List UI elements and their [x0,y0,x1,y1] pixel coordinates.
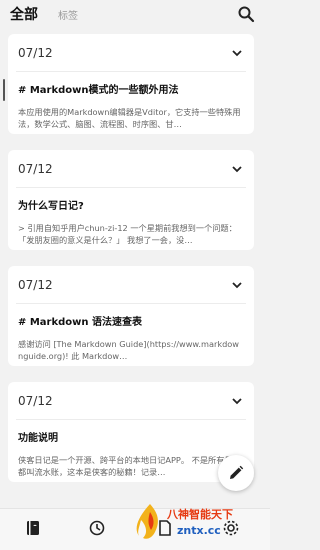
top-bar: 全部 标签 [0,0,270,28]
note-card-body: # Markdown 语法速查表 感谢访问 [The Markdown Guid… [8,304,254,362]
note-card[interactable]: 07/12 为什么写日记? > 引用自知乎用户chun-zi-12 一个星期前我… [8,150,254,250]
note-excerpt: 侠客日记是一个开源、跨平台的本地日记APP。 不是所有日记都叫流水账，这本是侠客… [18,455,241,477]
note-title: # Markdown模式的一些额外用法 [18,85,179,96]
watermark: 八神智能天下 zntx.cc [133,498,267,548]
note-date: 07/12 [18,394,53,408]
tab-tags[interactable]: 标签 [58,7,78,22]
note-card[interactable]: 07/12 # Markdown模式的一些额外用法 本应用使用的Markdown… [3,34,254,134]
tab-all[interactable]: 全部 [10,4,38,24]
note-card[interactable]: 07/12 功能说明 侠客日记是一个开源、跨平台的本地日记APP。 不是所有日记… [8,382,254,482]
note-card-header: 07/12 [16,382,246,420]
note-date: 07/12 [18,162,53,176]
note-excerpt: 感谢访问 [The Markdown Guide](https://www.ma… [18,339,239,361]
note-title: # Markdown 语法速查表 [18,317,143,328]
app: 全部 标签 07/12 # Markdown模式的一些额外用法 本应用使用的Ma… [0,0,270,550]
new-note-button[interactable] [218,455,254,491]
note-card-header: 07/12 [16,266,246,304]
note-card-body: 为什么写日记? > 引用自知乎用户chun-zi-12 一个星期前我想到一个问题… [8,188,254,246]
chevron-down-icon[interactable] [230,277,244,291]
notebook-icon[interactable] [24,519,42,537]
note-date: 07/12 [18,278,53,292]
chevron-down-icon[interactable] [230,161,244,175]
clock-icon[interactable] [88,519,106,537]
edit-pencil-icon [230,465,244,479]
note-card-header: 07/12 [16,34,246,72]
chevron-down-icon[interactable] [230,45,244,59]
note-card-header: 07/12 [16,150,246,188]
note-title: 为什么写日记? [18,201,84,212]
note-card[interactable]: 07/12 # Markdown 语法速查表 感谢访问 [The Markdow… [8,266,254,366]
note-card-body: 功能说明 侠客日记是一个开源、跨平台的本地日记APP。 不是所有日记都叫流水账，… [8,420,254,478]
selected-indicator [3,79,5,101]
note-date: 07/12 [18,46,53,60]
chevron-down-icon[interactable] [230,393,244,407]
note-title: 功能说明 [18,433,58,444]
search-icon[interactable] [237,5,255,23]
note-card-body: # Markdown模式的一些额外用法 本应用使用的Markdown编辑器是Vd… [8,72,254,130]
note-excerpt: 本应用使用的Markdown编辑器是Vditor，它支持一些特殊用法，数学公式、… [18,107,241,129]
watermark-logo [136,504,158,539]
watermark-url: zntx.cc [177,524,221,537]
note-excerpt: > 引用自知乎用户chun-zi-12 一个星期前我想到一个问题：「发朋友圈的意… [18,223,237,245]
watermark-text: 八神智能天下 [167,508,233,521]
